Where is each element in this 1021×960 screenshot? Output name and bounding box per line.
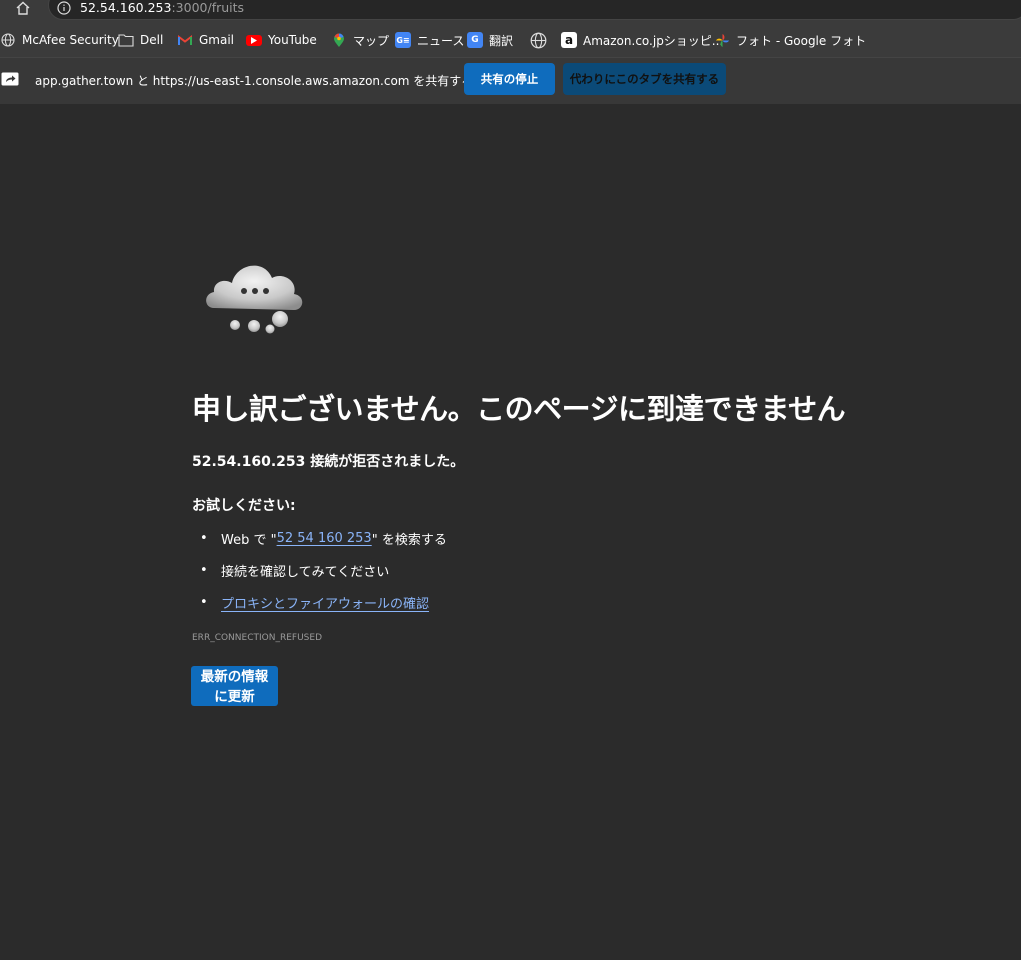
error-description: 52.54.160.253 接続が拒否されました。 [192,454,465,470]
error-code: ERR_CONNECTION_REFUSED [192,633,322,643]
stop-sharing-button[interactable]: 共有の停止 [464,63,555,95]
bookmark-mcafee[interactable]: McAfee Security [0,26,124,54]
suggestion-check-connection: • 接続を確認してみてください [200,561,389,580]
share-this-tab-button[interactable]: 代わりにこのタブを共有する [563,63,726,95]
search-web-link[interactable]: 52 54 160 253 [277,531,372,546]
url-text[interactable]: 52.54.160.253:3000/fruits [80,0,244,15]
cloud-thinking-icon [206,265,303,334]
bookmark-label: フォト - Google フォト [736,33,867,48]
site-info-icon[interactable] [56,0,72,16]
check-proxy-firewall-link[interactable]: プロキシとファイアウォールの確認 [221,593,429,612]
google-news-icon: G≡ [395,32,411,48]
bookmark-label: Dell [140,33,164,47]
home-icon [16,1,30,15]
home-button[interactable] [10,0,36,20]
bookmark-label: McAfee Security [22,33,119,47]
bullet: • [200,563,208,578]
bookmark-photos[interactable]: フォト - Google フォト [709,26,871,54]
bookmark-news[interactable]: G≡ ニュース [390,26,469,54]
try-heading: お試しください: [192,498,296,514]
amazon-icon: a [561,32,577,48]
bookmark-label: YouTube [268,33,317,47]
reload-label-line2: に更新 [214,689,255,705]
bookmarks-bar: McAfee Security Dell Gmail YouTube マップ G… [0,22,1021,58]
bookmark-gmail[interactable]: Gmail [172,26,239,54]
google-photos-icon [714,32,730,48]
bullet: • [200,531,208,546]
address-bar-area: 52.54.160.253:3000/fruits [0,0,1021,22]
bookmark-youtube[interactable]: YouTube [241,26,322,54]
folder-icon [118,32,134,48]
bookmark-globe[interactable] [524,26,558,54]
bullet: • [200,595,208,610]
bookmark-amazon[interactable]: a Amazon.co.jpショッピ... [556,26,728,54]
gmail-icon [177,32,193,48]
url-host: 52.54.160.253 [80,0,172,15]
url-path: :3000/fruits [171,0,245,15]
bookmark-label: ニュース [417,33,465,48]
share-message: app.gather.town と https://us-east-1.cons… [35,74,474,88]
bookmark-translate[interactable]: G 翻訳 [462,26,518,54]
suggestion-text: 接続を確認してみてください [221,565,390,580]
globe-icon [0,32,16,48]
bookmark-label: Amazon.co.jpショッピ... [583,33,724,48]
bookmark-label: 翻訳 [489,33,514,48]
bookmark-label: Gmail [199,33,235,47]
suggestion-search: • Web で " 52 54 160 253 " を検索する [200,529,447,548]
reload-button[interactable]: 最新の情報 に更新 [191,666,278,706]
suggestion-proxy: • プロキシとファイアウォールの確認 [200,593,429,612]
error-title: 申し訳ございません。このページに到達できません [192,392,846,426]
reload-label-line1: 最新の情報 [200,669,269,685]
screen-share-infobar: app.gather.town と https://us-east-1.cons… [0,58,1021,104]
suggestion-text: " を検索する [371,533,447,548]
suggestion-text: Web で " [221,533,277,548]
maps-pin-icon [331,32,347,48]
bookmark-dell[interactable]: Dell [113,26,168,54]
youtube-icon [246,34,262,46]
bookmark-maps[interactable]: マップ [326,26,394,54]
share-screen-icon [0,71,20,87]
globe-icon [529,31,547,49]
bookmark-label: マップ [353,33,390,48]
translate-icon: G [467,32,483,48]
